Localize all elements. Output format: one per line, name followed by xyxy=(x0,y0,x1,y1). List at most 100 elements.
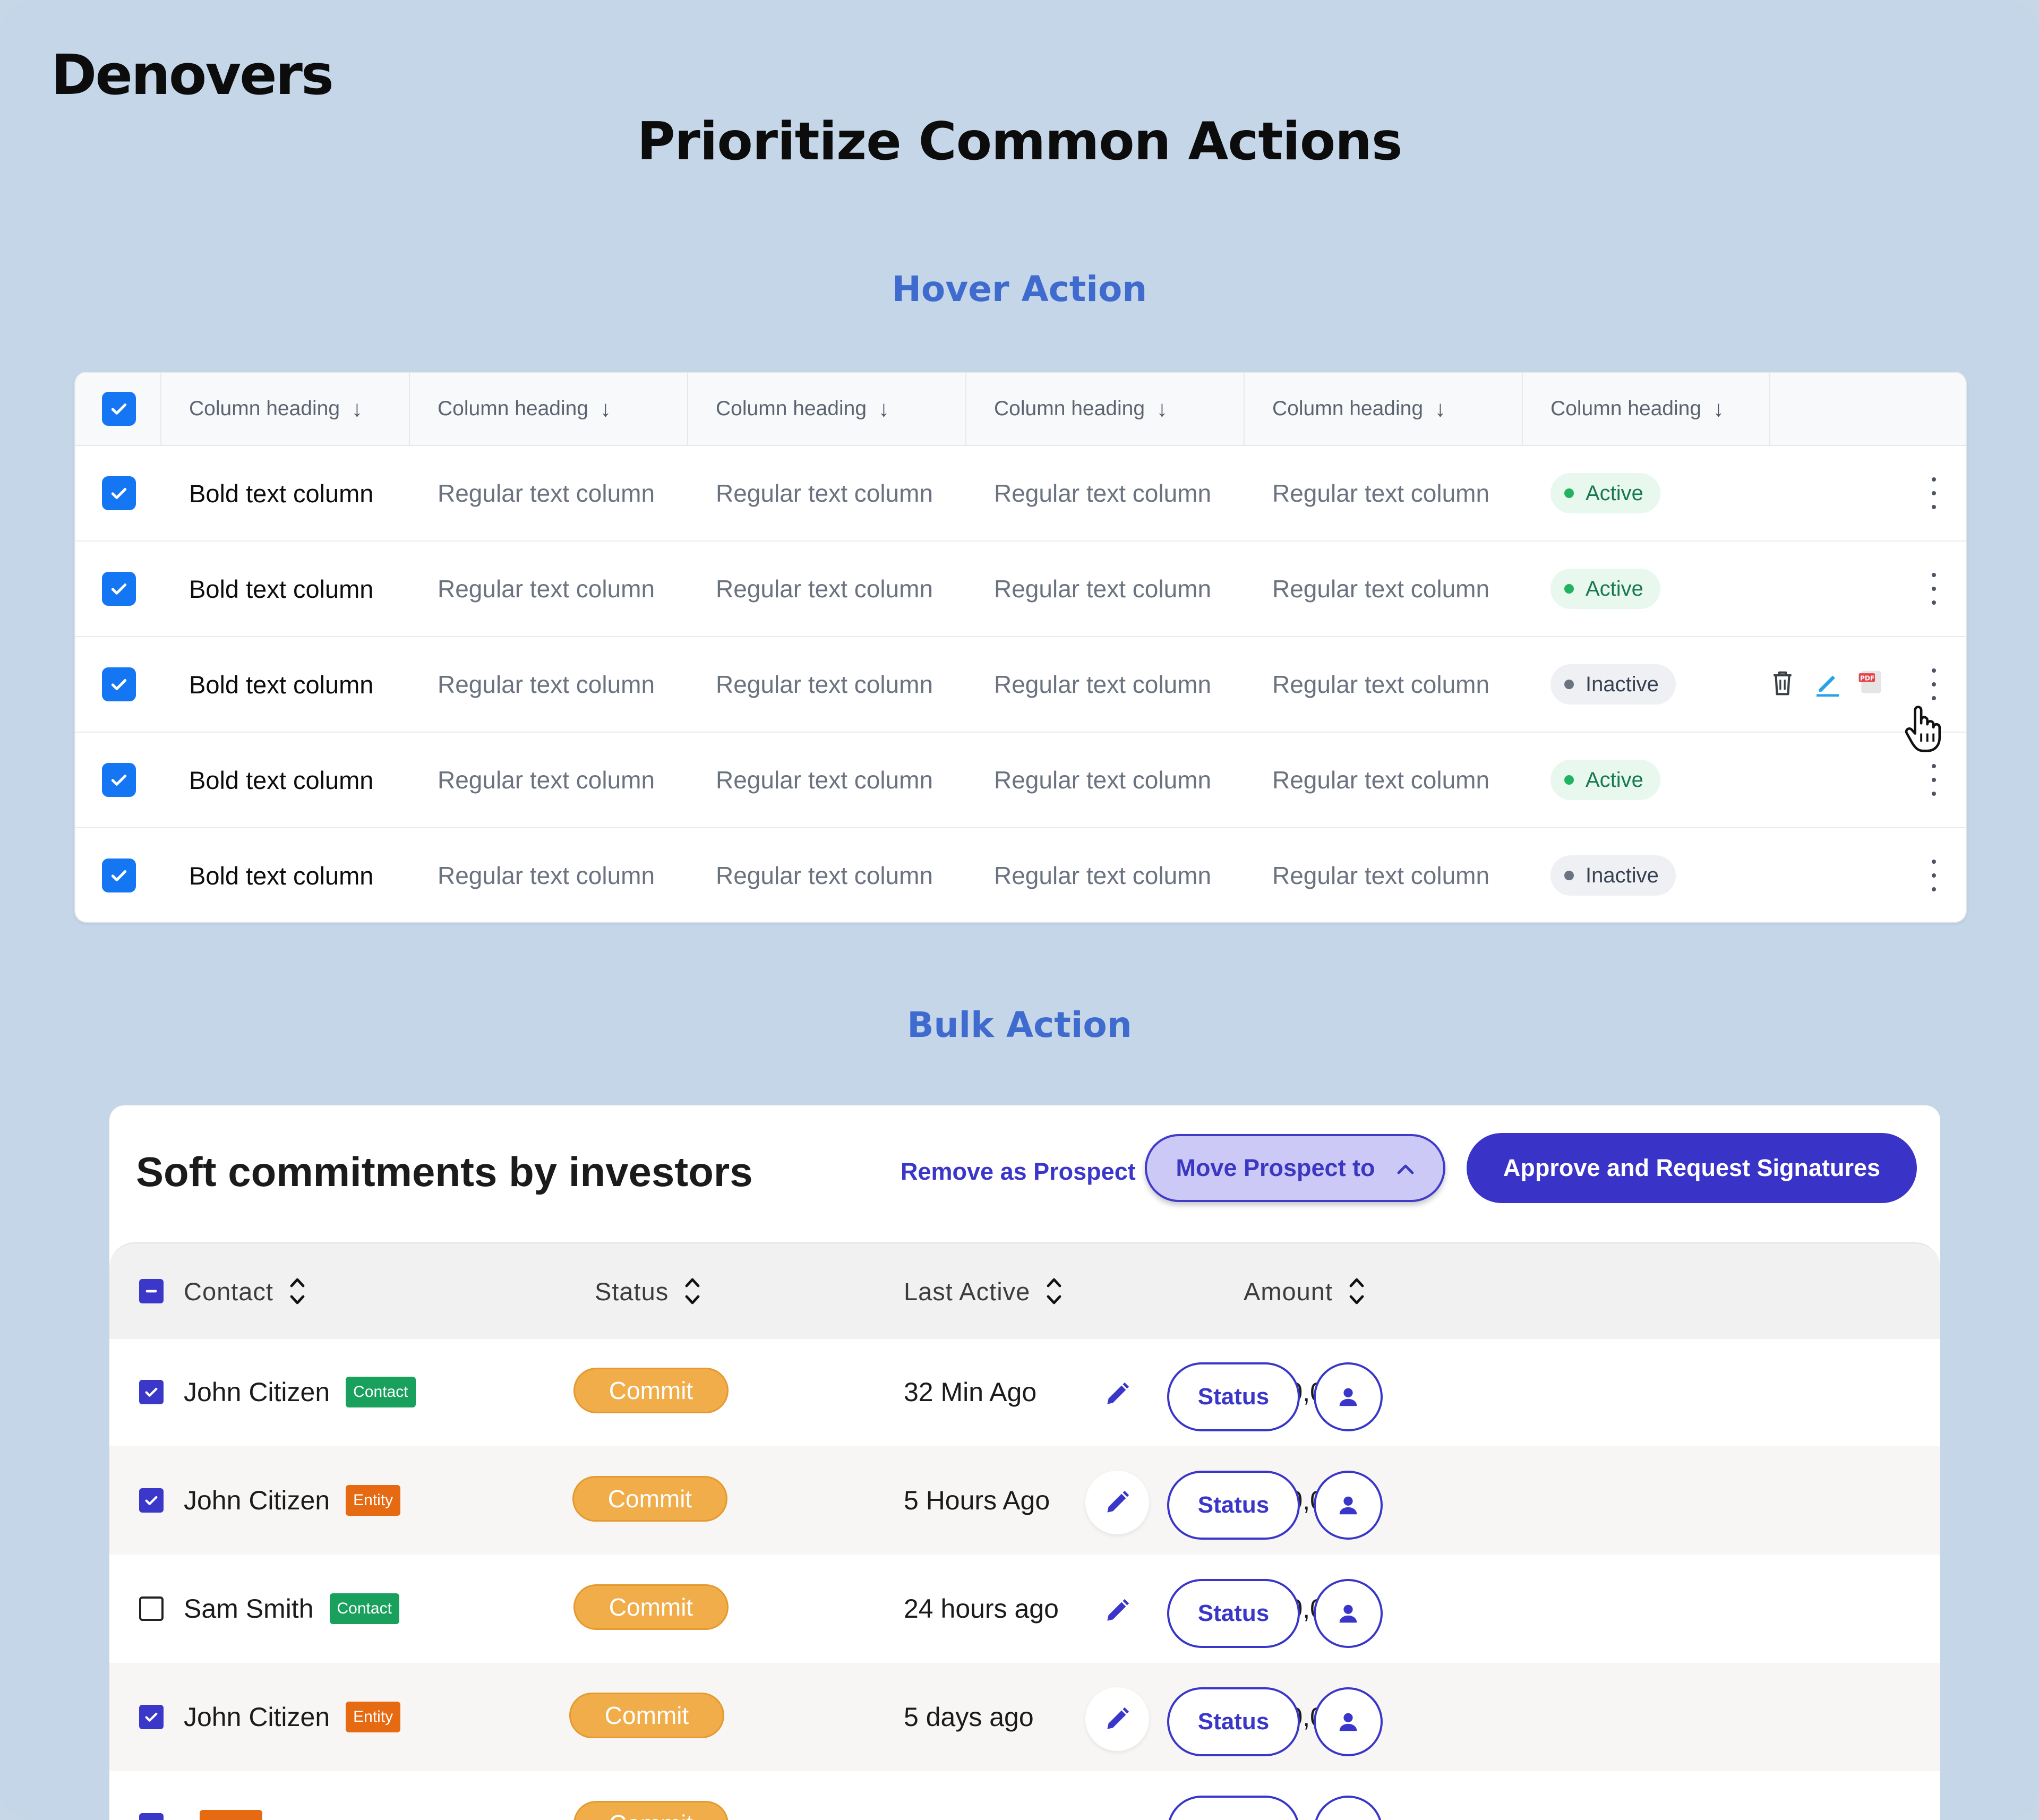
sort-icon xyxy=(289,1274,305,1308)
user-icon[interactable] xyxy=(1314,1362,1383,1431)
sort-icon xyxy=(1046,1274,1062,1308)
row-checkbox[interactable] xyxy=(139,1488,164,1513)
row-checkbox[interactable] xyxy=(102,667,136,701)
sort-arrow-down-icon: ↓ xyxy=(1713,396,1725,421)
bulk-table-header: Contact Status Last Active Amount xyxy=(109,1242,1940,1339)
regular-cell: Regular text column xyxy=(1272,862,1490,889)
more-vertical-icon[interactable] xyxy=(1929,764,1939,796)
remove-prospect-button[interactable]: Remove as Prospect xyxy=(901,1105,1136,1238)
regular-cell: Regular text column xyxy=(438,862,655,889)
user-icon[interactable] xyxy=(1314,1796,1383,1820)
regular-cell: Regular text column xyxy=(994,766,1212,794)
column-heading[interactable]: Column heading ↓ xyxy=(189,373,363,445)
pdf-icon[interactable]: PDF xyxy=(1856,667,1886,700)
sort-arrow-down-icon: ↓ xyxy=(878,396,890,421)
commit-badge: Commit xyxy=(573,1801,729,1820)
status-button[interactable]: Status xyxy=(1167,1687,1300,1756)
row-checkbox[interactable] xyxy=(139,1705,164,1729)
table-row[interactable]: Sam SmithContact Commit 24 hours ago $15… xyxy=(109,1555,1940,1663)
row-checkbox[interactable] xyxy=(102,859,136,892)
more-vertical-icon[interactable] xyxy=(1929,668,1939,700)
contact-type-tag: Contact xyxy=(346,1377,416,1407)
entity-type-tag: Entity xyxy=(346,1702,401,1732)
regular-cell: Regular text column xyxy=(1272,575,1490,603)
status-button[interactable]: Status xyxy=(1167,1362,1300,1431)
edit-pencil-icon[interactable] xyxy=(1085,1687,1149,1751)
column-heading[interactable]: Column heading ↓ xyxy=(1550,373,1724,445)
table-row[interactable]: Bold text column Regular text column Reg… xyxy=(75,828,1966,922)
status-button[interactable]: Status xyxy=(1167,1471,1300,1540)
row-checkbox[interactable] xyxy=(139,1813,164,1820)
table-row-hovered[interactable]: Bold text column Regular text column Reg… xyxy=(75,637,1966,752)
move-prospect-dropdown[interactable]: Move Prospect to xyxy=(1145,1134,1445,1202)
table-row[interactable]: John CitizenContact Commit 32 Min Ago $1… xyxy=(109,1338,1940,1446)
row-checkbox[interactable] xyxy=(139,1380,164,1404)
bold-cell: Bold text column xyxy=(189,861,374,890)
column-heading[interactable]: Column heading ↓ xyxy=(1272,373,1446,445)
more-vertical-icon[interactable] xyxy=(1929,860,1939,891)
sort-icon xyxy=(684,1274,700,1308)
regular-cell: Regular text column xyxy=(994,862,1212,889)
check-icon xyxy=(111,583,127,595)
table-row[interactable]: Bold text column Regular text column Reg… xyxy=(75,446,1966,542)
approve-request-signatures-button[interactable]: Approve and Request Signatures xyxy=(1467,1133,1917,1203)
check-icon xyxy=(111,404,127,415)
select-all-checkbox[interactable] xyxy=(102,392,136,426)
check-icon xyxy=(145,1496,158,1505)
check-icon xyxy=(111,679,127,690)
pencil-icon[interactable] xyxy=(1813,668,1843,701)
user-icon[interactable] xyxy=(1314,1471,1383,1540)
entity-type-tag xyxy=(200,1810,262,1820)
regular-cell: Regular text column xyxy=(438,479,655,507)
row-checkbox[interactable] xyxy=(102,572,136,606)
column-heading[interactable]: Column heading ↓ xyxy=(994,373,1168,445)
user-icon[interactable] xyxy=(1314,1579,1383,1648)
hover-table-header: Column heading ↓ Column heading ↓ Column h… xyxy=(75,373,1966,446)
canvas: Denovers Prioritize Common Actions Hover… xyxy=(0,0,2039,1820)
column-heading-status[interactable]: Status xyxy=(595,1243,700,1339)
row-checkbox[interactable] xyxy=(139,1596,164,1621)
page-title: Prioritize Common Actions xyxy=(637,111,1403,172)
more-vertical-icon[interactable] xyxy=(1929,477,1939,509)
status-button[interactable]: Status xyxy=(1167,1579,1300,1648)
more-vertical-icon[interactable] xyxy=(1929,573,1939,605)
edit-pencil-icon[interactable] xyxy=(1085,1362,1149,1426)
column-heading-amount[interactable]: Amount xyxy=(1244,1243,1365,1339)
status-badge: Active xyxy=(1550,760,1660,800)
edit-pencil-icon[interactable] xyxy=(1085,1579,1149,1643)
table-row[interactable]: John CitizenEntity Commit 5 Hours Ago $2… xyxy=(109,1446,1940,1555)
sort-arrow-down-icon: ↓ xyxy=(1435,396,1446,421)
table-row[interactable]: Commit Status xyxy=(109,1771,1940,1820)
table-row[interactable]: Bold text column Regular text column Reg… xyxy=(75,542,1966,637)
bold-cell: Bold text column xyxy=(189,574,374,603)
table-row[interactable]: Bold text column Regular text column Reg… xyxy=(75,733,1966,828)
row-checkbox[interactable] xyxy=(102,476,136,510)
regular-cell: Regular text column xyxy=(438,575,655,603)
trash-icon[interactable] xyxy=(1769,668,1796,701)
select-all-indeterminate-checkbox[interactable] xyxy=(139,1279,164,1303)
column-heading-contact[interactable]: Contact xyxy=(184,1243,305,1339)
column-heading[interactable]: Column heading ↓ xyxy=(716,373,889,445)
bulk-action-card: Soft commitments by investors Remove as … xyxy=(109,1105,1940,1820)
contact-name: John Citizen Entity xyxy=(184,1663,401,1771)
table-row[interactable]: John CitizenEntity Commit 5 days ago $25… xyxy=(109,1663,1940,1771)
bold-cell: Bold text column xyxy=(189,479,374,508)
regular-cell: Regular text column xyxy=(716,671,933,698)
sort-arrow-down-icon: ↓ xyxy=(600,396,612,421)
check-icon xyxy=(145,1387,158,1397)
contact-name: John Citizen Entity xyxy=(184,1446,401,1555)
column-heading-last-active[interactable]: Last Active xyxy=(904,1243,1062,1339)
regular-cell: Regular text column xyxy=(716,766,933,794)
column-heading[interactable]: Column heading ↓ xyxy=(438,373,611,445)
user-icon[interactable] xyxy=(1314,1687,1383,1756)
row-checkbox[interactable] xyxy=(102,763,136,797)
regular-cell: Regular text column xyxy=(438,671,655,698)
edit-pencil-icon[interactable] xyxy=(1085,1471,1149,1534)
brand-logo: Denovers xyxy=(51,42,334,107)
regular-cell: Regular text column xyxy=(438,766,655,794)
check-icon xyxy=(145,1712,158,1722)
hover-table: Column heading ↓ Column heading ↓ Column h… xyxy=(74,372,1967,923)
regular-cell: Regular text column xyxy=(1272,766,1490,794)
status-button[interactable]: Status xyxy=(1167,1796,1300,1820)
status-badge: Inactive xyxy=(1550,855,1676,896)
